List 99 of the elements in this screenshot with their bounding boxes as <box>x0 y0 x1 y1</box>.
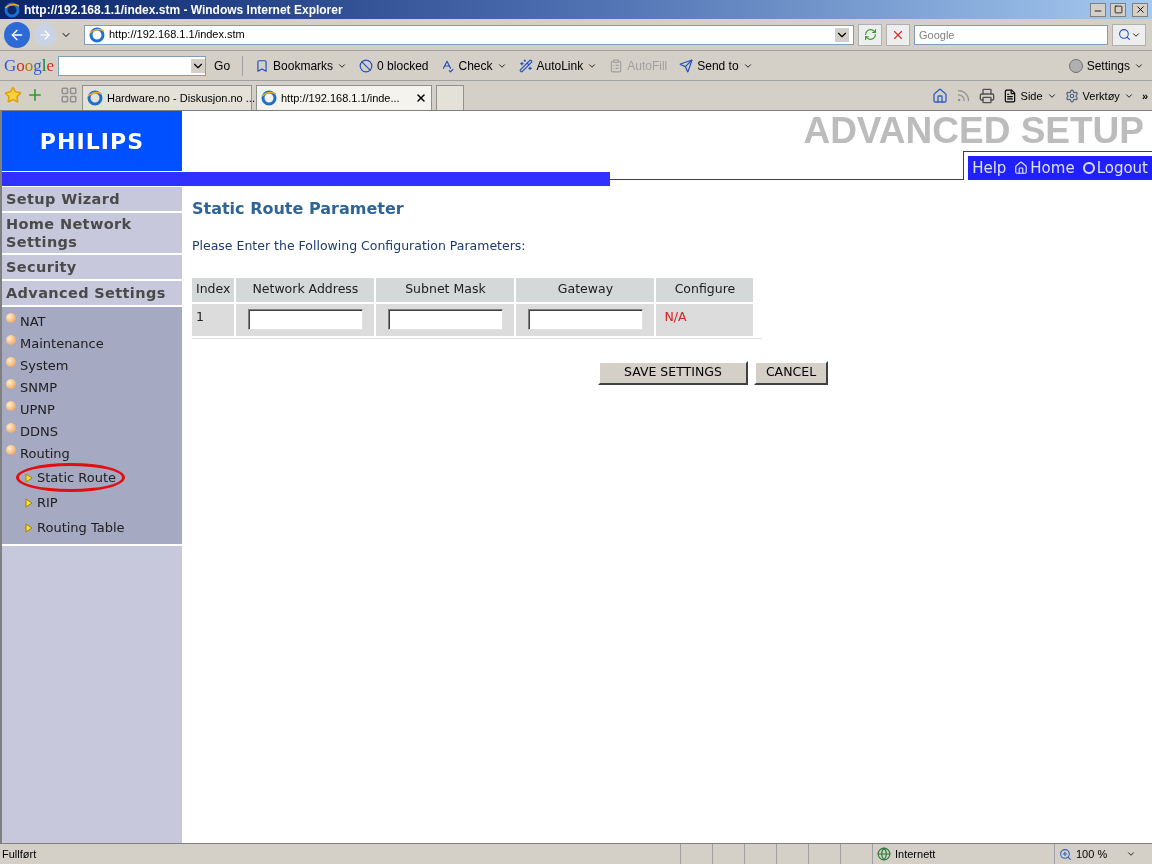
send-icon <box>679 58 694 73</box>
instruction-text: Please Enter the Following Configuration Parameters: <box>192 237 527 255</box>
toolbar-button[interactable]: Bookmarks <box>251 56 352 75</box>
sidebar-item[interactable]: NAT <box>2 311 182 333</box>
sidebar-section[interactable]: Home Network Settings <box>2 213 182 255</box>
zoom-control[interactable]: 100 % <box>1054 844 1152 864</box>
bullet-icon <box>6 401 16 411</box>
ring-icon <box>1082 162 1095 174</box>
search-button[interactable] <box>1112 23 1146 46</box>
wand-icon <box>518 58 533 73</box>
caret-icon <box>1126 849 1136 859</box>
triangle-icon <box>25 497 33 508</box>
close-tab-icon[interactable] <box>415 92 427 104</box>
google-search-field[interactable] <box>58 55 207 76</box>
configure-status: N/A <box>664 308 687 324</box>
sidebar-section[interactable]: Security <box>2 255 182 281</box>
globe-icon <box>877 847 891 861</box>
go-button[interactable]: Go <box>210 56 235 75</box>
address-text: http://192.168.1.1/index.stm <box>109 27 246 43</box>
security-zone: Internett <box>872 844 1054 864</box>
gear-icon <box>1064 88 1079 103</box>
input-field[interactable] <box>387 309 503 331</box>
refresh-icon <box>863 28 877 41</box>
stop-button[interactable] <box>886 23 910 46</box>
blocked-icon <box>359 58 374 73</box>
bullet-icon <box>6 379 16 389</box>
input-field[interactable] <box>247 309 363 331</box>
sidebar-item[interactable]: DDNS <box>2 421 182 443</box>
sidebar-item[interactable]: Routing <box>2 443 182 465</box>
status-text: Fullført <box>1 846 38 862</box>
page-icon <box>89 26 105 43</box>
window-title: http://192.168.1.1/index.stm - Windows Internet Explorer <box>24 1 344 19</box>
input-field[interactable] <box>527 309 643 331</box>
page-icon <box>261 90 277 106</box>
toolbar-button[interactable]: Send to <box>675 56 757 75</box>
close-button[interactable] <box>1132 2 1148 17</box>
browser-tab[interactable]: Hardware.no - Diskusjon.no ... <box>82 85 252 110</box>
settings-button[interactable]: Settings <box>1064 56 1148 75</box>
minimize-button[interactable] <box>1090 2 1106 17</box>
philips-logo: PHILIPS <box>39 127 145 156</box>
google-logo: Google <box>4 54 55 77</box>
zoom-icon <box>1059 847 1072 861</box>
bullet-icon <box>6 313 16 323</box>
tools-menu[interactable]: Verktøy <box>1064 87 1134 104</box>
table-cell: 1 <box>192 303 235 336</box>
clipboard-icon <box>609 58 624 73</box>
sidebar-item[interactable]: UPNP <box>2 399 182 421</box>
column-header: Gateway <box>516 277 655 302</box>
nav-link[interactable]: Home <box>1014 156 1075 180</box>
page-icon <box>87 90 103 106</box>
column-header: Configure <box>656 277 754 302</box>
window-icon <box>4 1 20 18</box>
sidebar-item[interactable]: System <box>2 355 182 377</box>
new-tab-button[interactable] <box>436 85 464 110</box>
print-icon[interactable] <box>978 87 995 104</box>
browser-tab[interactable]: http://192.168.1.1/inde... <box>256 85 432 110</box>
restore-icon <box>1113 5 1123 14</box>
column-header: Subnet Mask <box>376 277 515 302</box>
sidebar-section[interactable]: Setup Wizard <box>2 187 182 213</box>
column-header: Network Address <box>236 277 375 302</box>
search-field[interactable]: Google <box>914 24 1108 45</box>
spellcheck-icon <box>440 58 455 73</box>
bullet-icon <box>6 335 16 345</box>
refresh-button[interactable] <box>858 23 882 46</box>
dropdown-icon[interactable] <box>191 58 206 73</box>
triangle-icon <box>25 472 33 483</box>
feeds-icon[interactable] <box>955 88 971 104</box>
save-button[interactable]: SAVE SETTINGS <box>598 360 748 385</box>
page-icon <box>1002 88 1017 103</box>
bullet-icon <box>6 357 16 367</box>
page-menu[interactable]: Side <box>1002 87 1057 104</box>
restore-button[interactable] <box>1110 2 1126 17</box>
house-icon <box>1014 161 1029 175</box>
address-field[interactable]: http://192.168.1.1/index.stm <box>84 24 854 45</box>
favorites-star-icon[interactable] <box>4 86 22 104</box>
add-favorite-icon[interactable] <box>26 86 44 104</box>
column-header: Index <box>192 277 235 302</box>
more-chevron[interactable]: » <box>1141 87 1148 104</box>
search-icon <box>1117 28 1131 41</box>
page-title: Static Route Parameter <box>192 198 405 220</box>
header-title: ADVANCED SETUP <box>803 111 1145 151</box>
toolbar-button[interactable]: AutoLink <box>514 56 602 75</box>
bullet-icon <box>6 423 16 433</box>
triangle-icon <box>25 522 33 533</box>
sidebar-subitem[interactable]: Static Route <box>16 462 126 493</box>
bullet-icon <box>6 445 16 455</box>
cancel-button[interactable]: CANCEL <box>753 360 829 385</box>
dropdown-icon[interactable] <box>835 27 849 42</box>
toolbar-button[interactable]: Check <box>436 56 511 75</box>
nav-link[interactable]: Logout <box>1082 156 1148 180</box>
sidebar-item[interactable]: Maintenance <box>2 333 182 355</box>
quick-tabs-icon[interactable] <box>60 86 78 104</box>
back-button[interactable] <box>4 21 30 48</box>
toolbar-button[interactable]: 0 blocked <box>355 56 433 75</box>
close-icon <box>1134 4 1146 15</box>
forward-arrow-icon <box>38 27 52 42</box>
nav-link[interactable]: Help <box>972 156 1007 180</box>
home-icon[interactable] <box>931 87 948 104</box>
sidebar-item[interactable]: SNMP <box>2 377 182 399</box>
